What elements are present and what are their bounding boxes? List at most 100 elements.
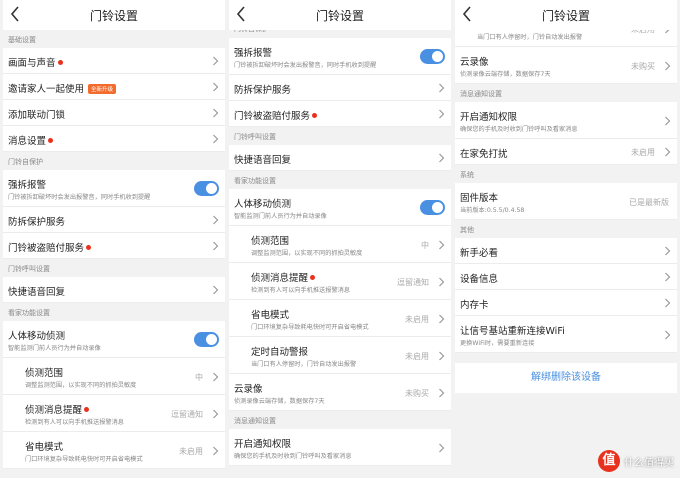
row-label-text: 设备信息 <box>460 274 499 285</box>
new-indicator-dot <box>310 275 316 280</box>
row-label-text: 消息设置 <box>8 136 47 147</box>
settings-row[interactable]: 开启通知权限确保您的手机及时收到门铃呼叫及看家消息 <box>455 102 677 139</box>
row-description: 侦测录像云端存储，数据保存7天 <box>460 71 551 78</box>
row-label: 侦测范围 <box>25 365 63 379</box>
settings-row[interactable]: 省电模式 门口环境复杂导致耗电快时可开启省电模式 未启用 <box>3 432 225 469</box>
section-header: 看家功能设置 <box>229 171 451 189</box>
row-value: 未购买 <box>405 388 429 398</box>
settings-row[interactable]: 让信号基站重新连接WiFi 更换WiFi时，需要重新连接 <box>455 316 677 353</box>
row-value: 未启用 <box>631 30 655 35</box>
chevron-right-icon <box>212 108 219 118</box>
row-label-text: 侦测消息提醒 <box>251 273 309 284</box>
settings-row[interactable]: 快捷语音回复 <box>3 277 225 303</box>
settings-row[interactable]: 云录像 侦测录像云端存储，数据保存7天 未购买 <box>455 47 677 84</box>
settings-row[interactable]: 定时自动警报当门口有人停留时，门铃自动发出报警 未启用 <box>455 30 677 47</box>
page-title: 门铃设置 <box>541 9 590 23</box>
settings-row[interactable]: 强拆报警 门铃被拆卸破坏时会发出报警音，同时手机收到提醒 <box>3 170 225 207</box>
row-label-text: 门铃被盗赔付服务 <box>8 243 85 254</box>
settings-row[interactable]: 防拆保护服务 <box>3 207 225 233</box>
chevron-right-icon <box>664 298 671 308</box>
row-label-text: 定时自动警报 <box>251 347 309 358</box>
row-description: 门口环境复杂导致耗电快时可开启省电模式 <box>25 456 143 463</box>
row-label-text: 云录像 <box>234 384 263 395</box>
row-value: 未启用 <box>405 351 429 361</box>
row-label: 强拆报警 <box>8 177 46 191</box>
settings-row[interactable]: 设备信息 <box>455 264 677 290</box>
toggle-switch[interactable] <box>194 332 219 347</box>
row-label-text: 快捷语音回复 <box>8 287 66 298</box>
row-label: 定时自动警报 <box>477 30 534 31</box>
chevron-right-icon <box>438 277 445 287</box>
row-description: 门口环境复杂导致耗电快时可开启省电模式 <box>251 324 369 331</box>
settings-row[interactable]: 强拆报警 门铃被拆卸破坏时会发出报警音，同时手机收到提醒 <box>229 38 451 75</box>
row-label-text: 云录像 <box>460 57 489 68</box>
section-header: 消息通知设置 <box>229 411 451 429</box>
row-label-text: 定时自动警报 <box>477 30 534 31</box>
section-header: 门铃自保护 <box>229 30 451 38</box>
row-label: 画面与声音 <box>8 55 63 69</box>
settings-row[interactable]: 画面与声音 <box>3 48 225 74</box>
row-label: 邀请家人一起使用 全新升级 <box>8 81 117 95</box>
row-label: 省电模式 <box>251 307 289 321</box>
unbind-device-button[interactable]: 解绑删除该设备 <box>455 363 677 393</box>
settings-row[interactable]: 侦测范围 调整监测范围，以实现不同的抓拍灵敏度 中 <box>3 358 225 395</box>
new-indicator-dot <box>84 407 90 412</box>
chevron-right-icon <box>664 61 671 71</box>
chevron-right-icon <box>212 82 219 92</box>
section-header: 看家功能设置 <box>3 303 225 321</box>
settings-row[interactable]: 人体移动侦测 智能监测门前人员行为并自动录像 <box>229 189 451 226</box>
section-header: 门铃呼叫设置 <box>229 127 451 145</box>
row-label: 内存卡 <box>460 297 489 311</box>
chevron-right-icon <box>438 351 445 361</box>
settings-row[interactable]: 邀请家人一起使用 全新升级 <box>3 74 225 100</box>
settings-row[interactable]: 消息设置 <box>3 126 225 152</box>
row-label: 侦测范围 <box>251 233 289 247</box>
row-label-text: 侦测消息提醒 <box>25 405 83 416</box>
toggle-knob <box>206 183 217 194</box>
settings-row[interactable]: 内存卡 <box>455 290 677 316</box>
settings-row[interactable]: 新手必看 <box>455 238 677 264</box>
settings-row[interactable]: 门铃被盗赔付服务 <box>3 233 225 259</box>
settings-panel-2: 门铃设置 门铃自保护强拆报警门铃被拆卸破坏时会发出报警音，同时手机收到提醒防拆保… <box>229 0 451 478</box>
settings-row[interactable]: 防拆保护服务 <box>229 75 451 101</box>
chevron-right-icon <box>664 116 671 126</box>
settings-row[interactable]: 人体移动侦测 智能监测门前人员行为并自动录像 <box>3 321 225 358</box>
chevron-right-icon <box>212 409 219 419</box>
settings-row[interactable]: 云录像 侦测录像云端存储，数据保存7天 未购买 <box>229 374 451 411</box>
new-indicator-dot <box>57 60 63 65</box>
settings-row[interactable]: 开启通知权限 确保您的手机及时收到门铃呼叫及看家消息 <box>229 429 451 466</box>
settings-row[interactable]: 门铃被盗赔付服务 <box>229 101 451 127</box>
settings-row[interactable]: 快捷语音回复 <box>229 145 451 171</box>
watermark-text: 什么值得买 <box>624 457 674 469</box>
new-indicator-dot <box>312 113 318 118</box>
settings-row[interactable]: 省电模式门口环境复杂导致耗电快时可开启省电模式 未启用 <box>229 300 451 337</box>
row-label: 固件版本 <box>460 190 498 204</box>
settings-row[interactable]: 在家免打扰 未启用 <box>455 139 677 165</box>
row-label-text: 侦测范围 <box>251 236 290 247</box>
row-label: 门铃被盗赔付服务 <box>234 108 318 122</box>
row-label: 开启通知权限 <box>460 109 517 123</box>
nav-bar: 门铃设置 <box>455 0 677 30</box>
settings-row[interactable]: 侦测范围 调整监测范围，以实现不同的抓拍灵敏度 中 <box>229 226 451 263</box>
row-label-text: 省电模式 <box>251 310 290 321</box>
settings-row[interactable]: 侦测消息提醒 检测到有人可以向手机推送报警消息 逗留通知 <box>229 263 451 300</box>
row-value: 未启用 <box>405 314 429 324</box>
chevron-right-icon <box>212 215 219 225</box>
row-label: 设备信息 <box>460 271 498 285</box>
row-label: 快捷语音回复 <box>8 284 65 298</box>
settings-row[interactable]: 固件版本 当前版本:0.5.5/0.4.58 已是最新版 <box>455 183 677 220</box>
row-label-text: 让信号基站重新连接WiFi <box>460 326 565 337</box>
chevron-right-icon <box>212 446 219 456</box>
settings-row[interactable]: 定时自动警报当门口有人停留时，门铃自动发出报警 未启用 <box>229 337 451 374</box>
row-label: 省电模式 <box>25 439 63 453</box>
toggle-switch[interactable] <box>420 49 445 64</box>
row-value: 已是最新版 <box>629 197 669 207</box>
settings-row[interactable]: 侦测消息提醒 检测到有人可以向手机推送报警消息 逗留通知 <box>3 395 225 432</box>
row-description: 门铃被拆卸破坏时会发出报警音，同时手机收到提醒 <box>234 62 377 69</box>
row-description: 确保您的手机及时收到门铃呼叫及看家消息 <box>460 126 578 133</box>
row-label: 防拆保护服务 <box>234 82 291 96</box>
toggle-switch[interactable] <box>420 200 445 215</box>
settings-row[interactable]: 添加联动门锁 <box>3 100 225 126</box>
row-label: 侦测消息提醒 <box>25 402 90 416</box>
toggle-switch[interactable] <box>194 181 219 196</box>
